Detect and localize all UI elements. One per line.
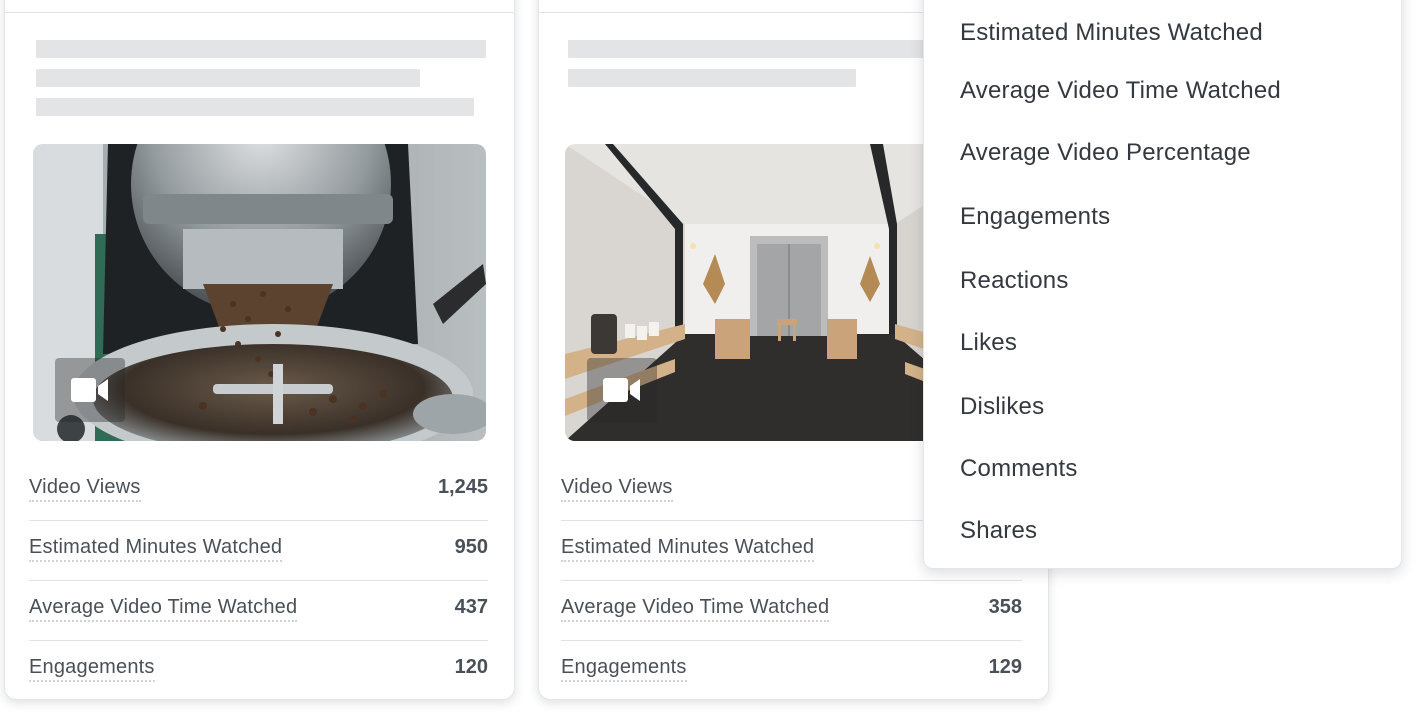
menu-item-shares[interactable]: Shares [960,516,1037,546]
menu-item-dislikes[interactable]: Dislikes [960,392,1044,422]
metric-value: 1,245 [437,476,488,498]
menu-item-reactions[interactable]: Reactions [960,266,1069,296]
metric-row: Average Video Time Watched 358 [561,581,1022,641]
menu-item-estimated-minutes-watched[interactable]: Estimated Minutes Watched [960,18,1263,48]
video-badge [55,358,125,422]
metric-label[interactable]: Estimated Minutes Watched [561,535,815,562]
metrics-list: Video Views 1,245 Estimated Minutes Watc… [29,461,488,699]
card-header-divider [5,12,514,13]
video-camera-icon [71,378,108,402]
metric-label[interactable]: Average Video Time Watched [561,595,830,622]
post-card-1: Video Views 1,245 Estimated Minutes Watc… [4,0,515,700]
skeleton-line [36,40,486,58]
video-camera-icon [603,378,640,402]
metric-value: 437 [454,596,488,618]
metric-label[interactable]: Engagements [29,655,155,682]
metric-value: 120 [454,656,488,678]
metric-value: 129 [988,656,1022,678]
menu-item-engagements[interactable]: Engagements [960,202,1110,232]
menu-item-comments[interactable]: Comments [960,454,1078,484]
video-badge [587,358,657,422]
skeleton-line [36,69,420,87]
metric-row: Estimated Minutes Watched 950 [29,521,488,581]
post-video-thumbnail[interactable] [33,144,486,441]
skeleton-line [568,69,856,87]
metric-label[interactable]: Average Video Time Watched [29,595,298,622]
metric-row: Engagements 129 [561,641,1022,699]
menu-item-average-video-time-watched[interactable]: Average Video Time Watched [960,76,1281,106]
metric-row: Engagements 120 [29,641,488,699]
skeleton-line [568,40,968,58]
metric-dropdown-menu: Estimated Minutes Watched Average Video … [923,0,1402,569]
metric-label[interactable]: Video Views [29,475,141,502]
metric-label[interactable]: Engagements [561,655,687,682]
menu-item-likes[interactable]: Likes [960,328,1017,358]
metric-row: Average Video Time Watched 437 [29,581,488,641]
skeleton-line [36,98,474,116]
metric-value: 950 [454,536,488,558]
metric-label[interactable]: Estimated Minutes Watched [29,535,283,562]
metric-row: Video Views 1,245 [29,461,488,521]
metric-value: 358 [988,596,1022,618]
metric-label[interactable]: Video Views [561,475,673,502]
menu-item-average-video-percentage[interactable]: Average Video Percentage [960,138,1251,168]
